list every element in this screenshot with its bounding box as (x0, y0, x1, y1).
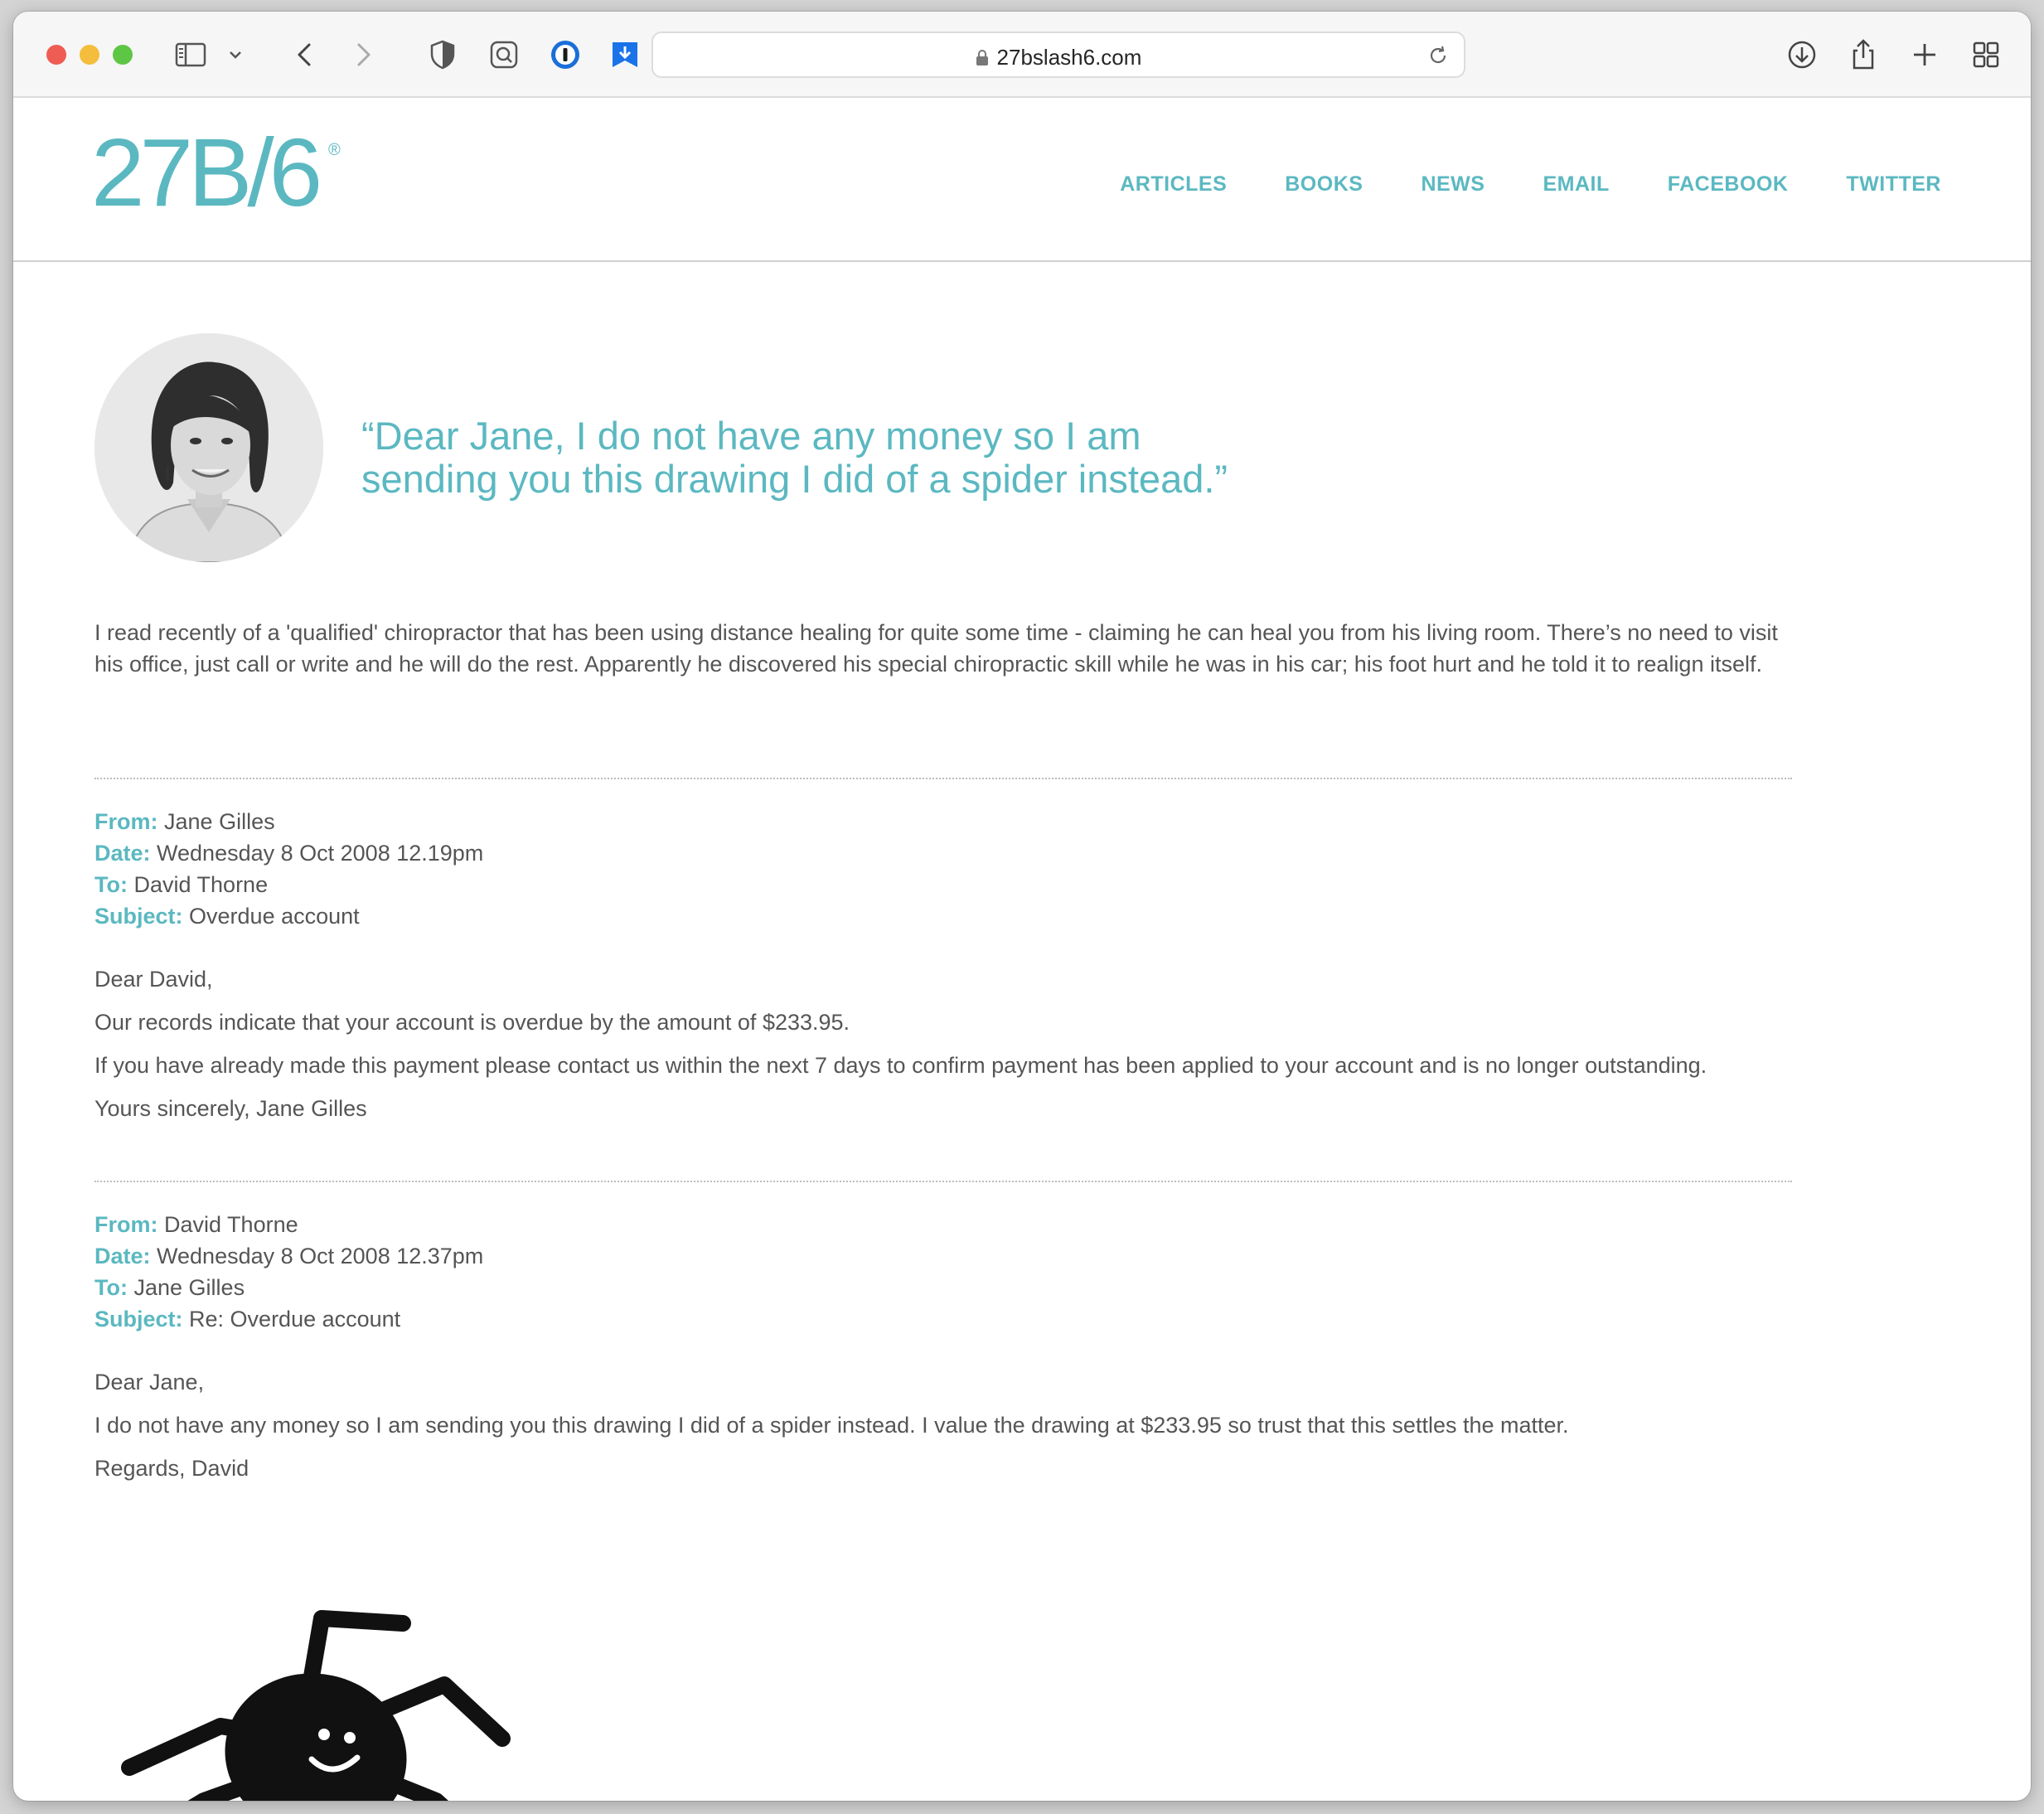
email-from: From: Jane Gilles (94, 806, 1835, 837)
date-value: Wednesday 8 Oct 2008 12.37pm (157, 1244, 484, 1268)
email-subject: Subject: Overdue account (94, 900, 1835, 932)
from-value: David Thorne (164, 1212, 298, 1237)
nav-articles[interactable]: ARTICLES (1120, 172, 1227, 196)
browser-toolbar: 27bslash6.com (13, 12, 2031, 98)
chevron-down-icon[interactable] (225, 38, 245, 71)
nav-facebook[interactable]: FACEBOOK (1668, 172, 1789, 196)
date-label: Date: (94, 841, 151, 866)
date-value: Wednesday 8 Oct 2008 12.19pm (157, 841, 484, 866)
minimize-window-button[interactable] (80, 45, 99, 65)
nav-twitter[interactable]: TWITTER (1846, 172, 1941, 196)
email-to: To: Jane Gilles (94, 1272, 1835, 1303)
email-date: Date: Wednesday 8 Oct 2008 12.37pm (94, 1240, 1835, 1272)
pull-quote: “Dear Jane, I do not have any money so I… (361, 415, 1356, 501)
to-value: Jane Gilles (133, 1275, 245, 1300)
site-header: 27B/6 ® ARTICLES BOOKS NEWS EMAIL FACEBO… (13, 99, 2031, 262)
tab-overview-icon[interactable] (1969, 38, 2003, 71)
from-label: From: (94, 809, 158, 834)
bookmark-download-icon[interactable] (608, 38, 642, 71)
nav-news[interactable]: NEWS (1421, 172, 1485, 196)
chevron-left-icon[interactable] (288, 38, 322, 71)
subject-value: Overdue account (189, 904, 360, 929)
author-avatar (94, 333, 323, 562)
url-display[interactable]: 27bslash6.com (653, 45, 1464, 70)
reload-icon[interactable] (1426, 43, 1451, 68)
email-body-line: I do not have any money so I am sending … (94, 1413, 1569, 1438)
date-label: Date: (94, 1244, 151, 1268)
email-body-line: If you have already made this payment pl… (94, 1053, 1707, 1078)
web-page: 27B/6 ® ARTICLES BOOKS NEWS EMAIL FACEBO… (13, 99, 2031, 1801)
chevron-right-icon[interactable] (346, 38, 380, 71)
url-text: 27bslash6.com (996, 45, 1142, 70)
zoom-window-button[interactable] (113, 45, 133, 65)
share-icon[interactable] (1847, 38, 1880, 71)
to-label: To: (94, 1275, 128, 1300)
email-subject: Subject: Re: Overdue account (94, 1303, 1835, 1335)
browser-window: 27bslash6.com 27B/6 ® ARTICLES BOOKS NEW… (13, 12, 2031, 1801)
nav-email[interactable]: EMAIL (1543, 172, 1609, 196)
registered-mark: ® (328, 141, 341, 159)
download-icon[interactable] (1785, 38, 1819, 71)
lock-icon (976, 50, 988, 65)
address-bar[interactable]: 27bslash6.com (651, 32, 1465, 78)
close-window-button[interactable] (46, 45, 66, 65)
plus-icon[interactable] (1908, 38, 1941, 71)
pull-quote-line-2: sending you this drawing I did of a spid… (361, 457, 1228, 501)
email-message-1: From: Jane Gilles Date: Wednesday 8 Oct … (94, 806, 1835, 1124)
1password-icon[interactable] (549, 38, 582, 71)
email-body-line: Our records indicate that your account i… (94, 1010, 850, 1035)
to-value: David Thorne (133, 872, 269, 897)
subject-value: Re: Overdue account (189, 1307, 401, 1331)
divider (94, 778, 1792, 779)
from-label: From: (94, 1212, 158, 1237)
subject-label: Subject: (94, 904, 183, 929)
email-from: From: David Thorne (94, 1209, 1835, 1240)
sidebar-icon[interactable] (174, 38, 207, 71)
site-logo[interactable]: 27B/6 (91, 124, 322, 221)
divider (94, 1181, 1792, 1182)
subject-label: Subject: (94, 1307, 183, 1331)
nav-books[interactable]: BOOKS (1285, 172, 1363, 196)
email-greeting: Dear Jane, (94, 1370, 205, 1394)
article-intro: I read recently of a 'qualified' chiropr… (94, 620, 1778, 677)
email-date: Date: Wednesday 8 Oct 2008 12.19pm (94, 837, 1835, 869)
main-nav: ARTICLES BOOKS NEWS EMAIL FACEBOOK TWITT… (1120, 172, 1941, 196)
email-signoff: Yours sincerely, Jane Gilles (94, 1096, 367, 1121)
email-to: To: David Thorne (94, 869, 1835, 900)
email-signoff: Regards, David (94, 1456, 249, 1481)
from-value: Jane Gilles (164, 809, 275, 834)
email-greeting: Dear David, (94, 967, 213, 992)
to-label: To: (94, 872, 128, 897)
pull-quote-line-1: “Dear Jane, I do not have any money so I… (361, 414, 1141, 458)
shield-icon[interactable] (426, 38, 459, 71)
email-message-2: From: David Thorne Date: Wednesday 8 Oct… (94, 1209, 1835, 1484)
search-extension-icon[interactable] (487, 38, 521, 71)
spider-drawing (121, 1610, 511, 1801)
